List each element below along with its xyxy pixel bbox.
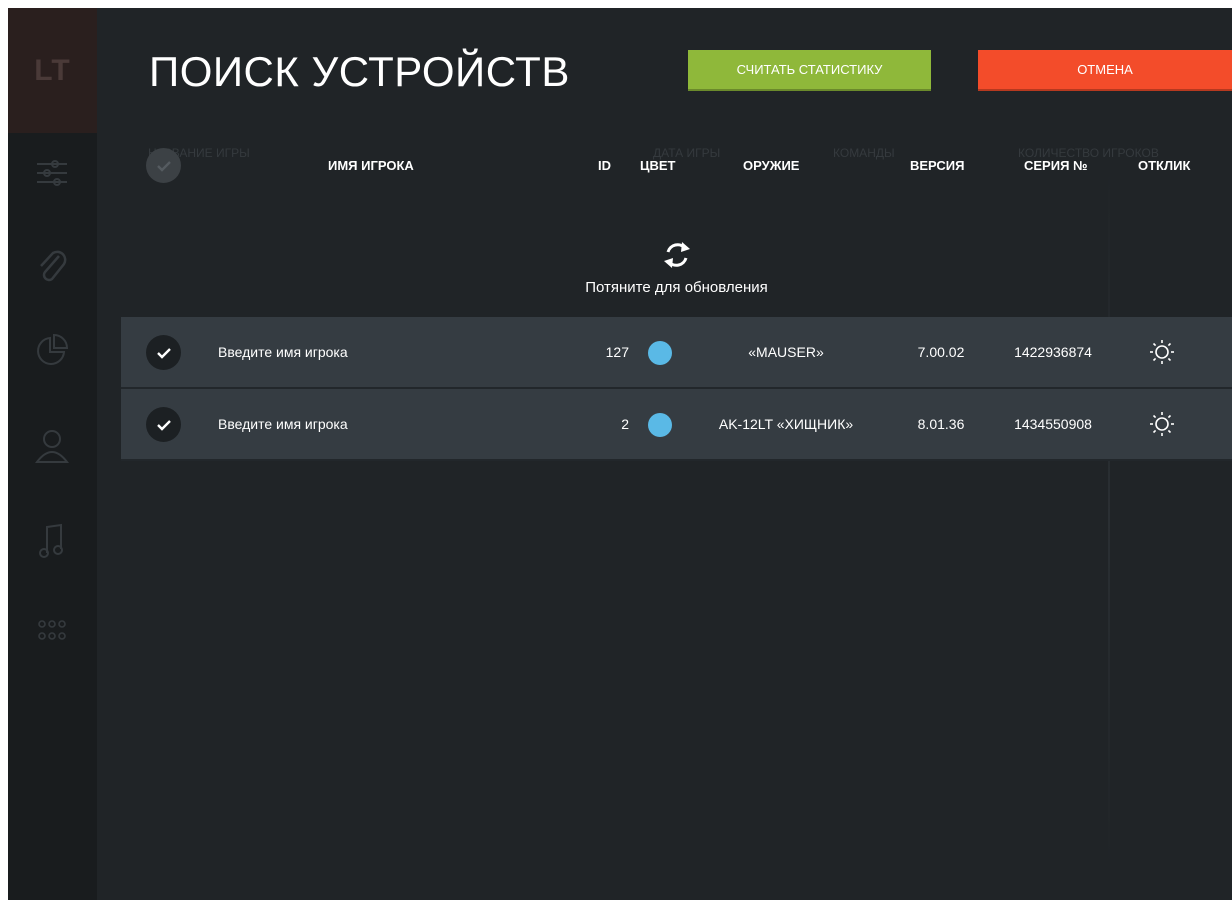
refresh-icon xyxy=(663,242,690,268)
paperclip-icon xyxy=(40,250,67,282)
background-logo: LT xyxy=(8,8,97,133)
device-id: 127 xyxy=(605,344,629,360)
sliders-icon xyxy=(37,160,67,186)
device-search-dialog: ПОИСК УСТРОЙСТВ СЧИТАТЬ СТАТИСТИКУ ОТМЕН… xyxy=(121,8,1232,900)
player-name-input[interactable] xyxy=(218,411,518,437)
row-checkbox[interactable] xyxy=(146,335,181,370)
check-icon xyxy=(156,160,171,172)
refresh-label: Потяните для обновления xyxy=(585,279,768,296)
row-checkbox[interactable] xyxy=(146,407,181,442)
device-weapon: «MAUSER» xyxy=(748,344,824,360)
select-all-checkbox[interactable] xyxy=(146,148,181,183)
player-name-input[interactable] xyxy=(218,339,518,365)
logo-text: LT xyxy=(34,53,71,87)
user-icon xyxy=(35,430,69,463)
device-serial: 1422936874 xyxy=(1014,344,1092,360)
device-color-swatch[interactable] xyxy=(648,413,672,437)
column-header-name: ИМЯ ИГРОКА xyxy=(328,158,414,173)
read-stats-button[interactable]: СЧИТАТЬ СТАТИСТИКУ xyxy=(688,50,931,91)
column-header-serial: СЕРИЯ № xyxy=(1024,158,1088,173)
column-header-response: ОТКЛИК xyxy=(1138,158,1191,173)
device-weapon: AK-12LT «ХИЩНИК» xyxy=(718,416,854,432)
column-header-id: ID xyxy=(598,158,611,173)
check-icon xyxy=(156,419,171,431)
pull-to-refresh[interactable]: Потяните для обновления xyxy=(121,240,1232,296)
sun-icon xyxy=(1150,340,1174,364)
devices-table: 127 «MAUSER» 7.00.02 1422936874 xyxy=(121,317,1232,461)
sun-icon xyxy=(1150,412,1174,436)
response-button[interactable] xyxy=(1144,389,1180,459)
device-version: 7.00.02 xyxy=(917,344,965,360)
dialog-title: ПОИСК УСТРОЙСТВ xyxy=(149,48,570,95)
app-frame: LT НАЗВАНИЕ ИГРЫ ДАТА ИГРЫ КОМАНДЫ КОЛИЧ… xyxy=(8,8,1232,900)
check-icon xyxy=(156,347,171,359)
apps-grid-icon xyxy=(38,620,66,640)
cancel-button[interactable]: ОТМЕНА xyxy=(978,50,1232,91)
background-sidebar: LT xyxy=(8,8,97,900)
response-button[interactable] xyxy=(1144,317,1180,387)
column-header-color: ЦВЕТ xyxy=(640,158,676,173)
column-header-weapon: ОРУЖИЕ xyxy=(743,158,800,173)
device-id: 2 xyxy=(621,416,629,432)
music-icon xyxy=(39,523,63,558)
device-version: 8.01.36 xyxy=(917,416,965,432)
table-row[interactable]: 127 «MAUSER» 7.00.02 1422936874 xyxy=(121,317,1232,389)
device-serial: 1434550908 xyxy=(1014,416,1092,432)
device-color-swatch[interactable] xyxy=(648,341,672,365)
column-header-version: ВЕРСИЯ xyxy=(910,158,965,173)
pie-chart-icon xyxy=(37,333,69,365)
table-row[interactable]: 2 AK-12LT «ХИЩНИК» 8.01.36 1434550908 xyxy=(121,389,1232,461)
